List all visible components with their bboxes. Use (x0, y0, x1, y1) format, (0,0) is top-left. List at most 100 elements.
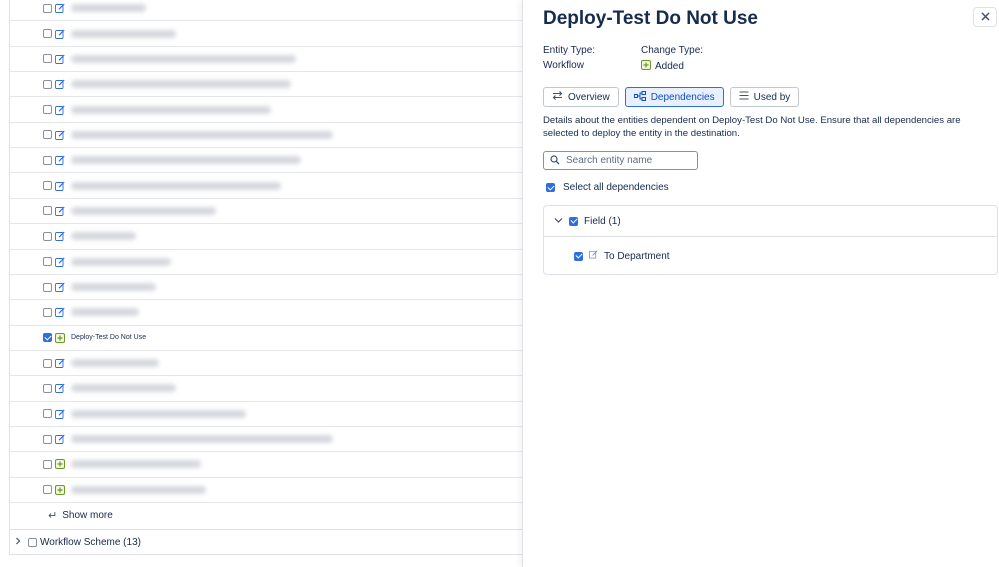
tab-dependencies-label: Dependencies (650, 91, 715, 103)
row-checkbox[interactable] (43, 434, 52, 444)
dependencies-description: Details about the entities dependent on … (543, 115, 961, 139)
workflow-scheme-checkbox[interactable] (28, 537, 37, 547)
redacted-row-name (71, 384, 176, 393)
list-item[interactable] (10, 224, 523, 250)
tab-used-by[interactable]: Used by (729, 87, 800, 107)
tab-dependencies[interactable]: Dependencies (624, 87, 724, 107)
row-checkbox[interactable] (43, 307, 52, 317)
row-checkbox[interactable] (43, 383, 52, 393)
redacted-row-name (71, 105, 271, 114)
list-item[interactable] (10, 402, 523, 427)
list-item[interactable] (10, 376, 523, 402)
field-group-checkbox[interactable] (569, 216, 578, 226)
row-checkbox[interactable] (43, 181, 52, 191)
entity-type-label: Entity Type: (543, 45, 596, 56)
change-type-text: Added (655, 61, 684, 72)
row-checkbox[interactable] (43, 29, 52, 39)
list-item[interactable] (10, 123, 523, 149)
list-item[interactable] (10, 72, 523, 98)
row-checkbox[interactable] (43, 485, 52, 495)
list-icon (739, 91, 749, 103)
edit-icon[interactable] (55, 383, 65, 394)
row-checkbox[interactable] (43, 231, 52, 241)
row-name: Deploy-Test Do Not Use (71, 334, 147, 342)
redacted-row-name (71, 283, 156, 292)
edit-icon[interactable] (55, 29, 65, 39)
field-item-checkbox[interactable] (574, 251, 583, 261)
edit-icon[interactable] (55, 79, 65, 90)
edit-icon[interactable] (55, 206, 65, 216)
list-item[interactable] (10, 0, 523, 22)
field-group-header[interactable]: Field (1) (544, 206, 997, 237)
list-item[interactable] (10, 478, 523, 504)
edit-icon[interactable] (55, 155, 65, 166)
edit-icon[interactable] (55, 434, 65, 445)
row-checkbox[interactable] (43, 257, 52, 267)
row-checkbox[interactable] (43, 155, 52, 165)
row-checkbox[interactable] (43, 54, 52, 64)
panel-tabs: Overview Dependencies Used by (543, 87, 800, 107)
added-icon[interactable] (55, 332, 65, 343)
workflow-scheme-row[interactable]: Workflow Scheme (13) (10, 529, 523, 555)
edit-icon[interactable] (55, 282, 65, 292)
show-more-button[interactable]: ↵ Show more (48, 509, 113, 522)
edit-icon[interactable] (55, 231, 65, 242)
edit-icon[interactable] (55, 130, 65, 140)
field-group: Field (1) To Department (543, 205, 998, 275)
change-type-label: Change Type: (641, 45, 704, 56)
panel-title: Deploy-Test Do Not Use (543, 8, 759, 29)
edit-icon[interactable] (55, 105, 65, 115)
list-item[interactable]: Deploy-Test Do Not Use (10, 326, 523, 351)
redacted-row-name (71, 130, 333, 139)
chevron-right-icon[interactable] (14, 537, 22, 547)
select-all-row[interactable]: Select all dependencies (546, 182, 669, 193)
row-checkbox[interactable] (43, 105, 52, 115)
edit-icon[interactable] (55, 409, 65, 419)
search-icon (550, 152, 560, 170)
row-checkbox[interactable] (43, 206, 52, 216)
close-icon (980, 8, 990, 26)
select-all-label: Select all dependencies (563, 182, 669, 193)
list-item[interactable] (10, 275, 523, 301)
field-item-label: To Department (604, 250, 670, 262)
select-all-checkbox[interactable] (546, 183, 555, 192)
edit-icon[interactable] (55, 3, 65, 14)
search-field[interactable] (543, 151, 698, 170)
row-checkbox[interactable] (43, 130, 52, 140)
list-item[interactable] (10, 47, 523, 73)
edit-icon[interactable] (55, 181, 65, 191)
edit-icon[interactable] (55, 257, 65, 267)
row-checkbox[interactable] (43, 79, 52, 89)
list-item[interactable] (10, 250, 523, 275)
added-icon[interactable] (55, 484, 65, 495)
list-item[interactable] (10, 21, 523, 47)
added-icon[interactable] (55, 459, 65, 470)
row-checkbox[interactable] (43, 358, 52, 368)
show-more-label: Show more (62, 510, 113, 521)
list-item[interactable] (10, 97, 523, 123)
edit-icon[interactable] (55, 358, 65, 369)
redacted-row-name (71, 156, 301, 165)
tab-overview[interactable]: Overview (543, 87, 619, 107)
close-button[interactable] (973, 7, 997, 27)
list-item[interactable] (10, 148, 523, 174)
field-item-to-department[interactable]: To Department (574, 250, 670, 262)
list-item[interactable] (10, 427, 523, 453)
edit-icon[interactable] (55, 307, 65, 318)
list-item[interactable] (10, 351, 523, 377)
list-item[interactable] (10, 199, 523, 225)
entity-list: Deploy-Test Do Not Use ↵ Show more Workf… (0, 0, 523, 567)
chevron-down-icon[interactable] (554, 216, 563, 226)
search-input[interactable] (566, 155, 691, 166)
row-checkbox[interactable] (43, 409, 52, 419)
list-item[interactable] (10, 173, 523, 199)
list-item[interactable] (10, 300, 523, 326)
list-item[interactable] (10, 452, 523, 478)
row-checkbox[interactable] (43, 333, 52, 343)
row-checkbox[interactable] (43, 3, 52, 13)
detail-panel: Deploy-Test Do Not Use Entity Type: Work… (522, 0, 999, 567)
row-checkbox[interactable] (43, 459, 52, 469)
row-checkbox[interactable] (43, 282, 52, 292)
edit-icon[interactable] (55, 54, 65, 64)
redacted-row-name (71, 232, 136, 241)
